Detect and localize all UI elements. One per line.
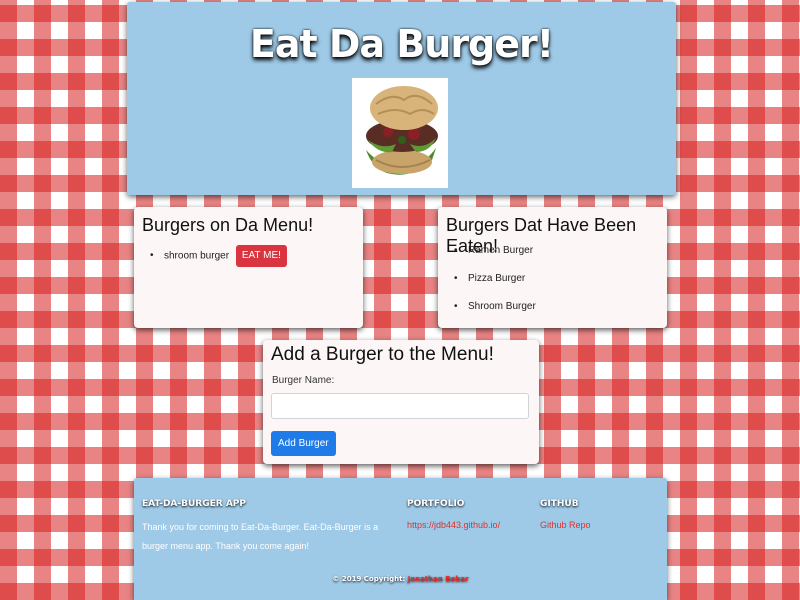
footer-about-text: Thank you for coming to Eat-Da-Burger. E…: [142, 522, 379, 551]
add-burger-button[interactable]: Add Burger: [271, 431, 336, 456]
add-burger-card: Add a Burger to the Menu! Burger Name: A…: [263, 340, 539, 464]
site-title: Eat Da Burger!: [249, 22, 554, 66]
copyright: © 2019 Copyright: Jonathan Bebar: [134, 575, 667, 583]
list-item: Ramen Burger: [454, 243, 536, 271]
portfolio-link[interactable]: https://jdb443.github.io/: [407, 520, 500, 530]
add-burger-title: Add a Burger to the Menu!: [271, 344, 494, 365]
burger-image: [352, 78, 448, 188]
footer-github-heading: GITHUB: [540, 499, 579, 509]
footer: EAT-DA-BURGER APP Thank you for coming t…: [134, 478, 667, 600]
eat-me-button[interactable]: EAT ME!: [235, 245, 287, 267]
burger-name-input[interactable]: [271, 393, 529, 419]
list-item: shroom burger EAT ME!: [150, 245, 287, 267]
list-item: Shroom Burger: [454, 299, 536, 327]
eaten-list: Ramen Burger Pizza Burger Shroom Burger: [454, 243, 536, 327]
menu-card: Burgers on Da Menu! shroom burger EAT ME…: [134, 207, 363, 328]
burger-name: shroom burger: [164, 250, 230, 262]
header-banner: Eat Da Burger!: [127, 2, 676, 195]
burger-name-label: Burger Name:: [272, 375, 335, 386]
footer-about-heading: EAT-DA-BURGER APP: [142, 499, 246, 509]
copyright-author-link[interactable]: Jonathan Bebar: [408, 575, 469, 583]
menu-card-title: Burgers on Da Menu!: [142, 215, 314, 235]
list-item: Pizza Burger: [454, 271, 536, 299]
footer-portfolio-heading: PORTFOLIO: [407, 499, 465, 509]
github-repo-link[interactable]: Github Repo: [540, 520, 591, 530]
eaten-card: Burgers Dat Have Been Eaten! Ramen Burge…: [438, 207, 667, 328]
menu-list: shroom burger EAT ME!: [150, 245, 287, 267]
copyright-text: © 2019 Copyright:: [332, 575, 406, 583]
